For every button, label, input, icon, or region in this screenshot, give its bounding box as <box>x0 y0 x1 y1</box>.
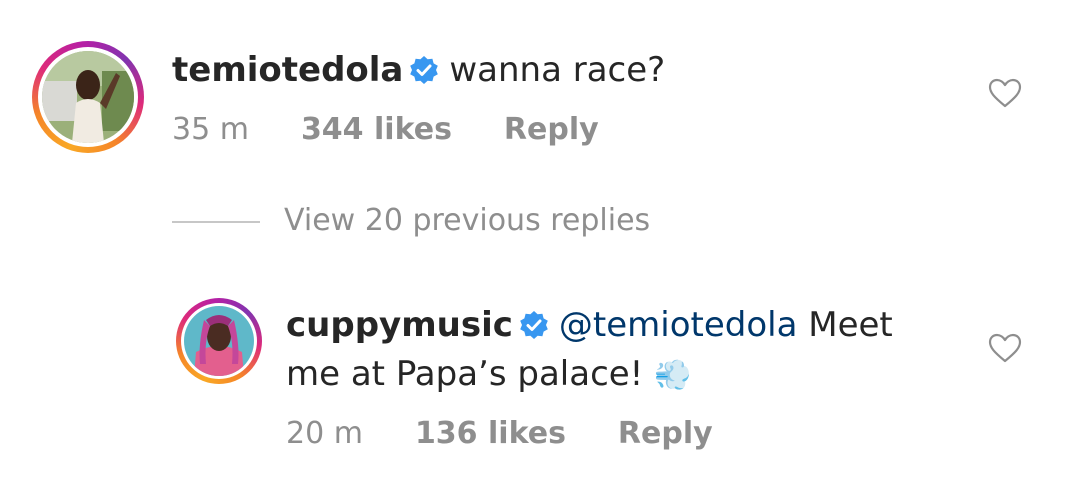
comment-text-line1: Meet <box>808 305 893 345</box>
username[interactable]: temiotedola <box>172 50 403 90</box>
comment-text-line2: me at Papa’s palace! <box>286 354 644 394</box>
avatar-photo <box>42 51 134 143</box>
view-previous-replies[interactable]: View 20 previous replies <box>172 203 650 238</box>
avatar-temiotedola[interactable] <box>32 41 144 153</box>
dash-emoji: 💨 <box>654 358 692 393</box>
avatar-cuppymusic[interactable] <box>176 298 262 384</box>
likes-count[interactable]: 344 likes <box>301 112 452 147</box>
username[interactable]: cuppymusic <box>286 305 513 345</box>
comment-time: 20 m <box>286 416 363 451</box>
mention-link[interactable]: @temiotedola <box>559 305 798 345</box>
likes-count[interactable]: 136 likes <box>415 416 566 451</box>
heart-outline-icon[interactable] <box>988 78 1022 112</box>
comment-time: 35 m <box>172 112 249 147</box>
verified-badge-icon <box>519 304 549 354</box>
view-replies-label[interactable]: View 20 previous replies <box>284 203 650 238</box>
comment-text: wanna race? <box>449 50 666 90</box>
verified-badge-icon <box>409 49 439 99</box>
reply-button[interactable]: Reply <box>618 416 713 451</box>
reply-button[interactable]: Reply <box>504 112 599 147</box>
heart-outline-icon[interactable] <box>988 333 1022 367</box>
replies-divider-line <box>172 220 260 223</box>
avatar-photo <box>184 306 254 376</box>
